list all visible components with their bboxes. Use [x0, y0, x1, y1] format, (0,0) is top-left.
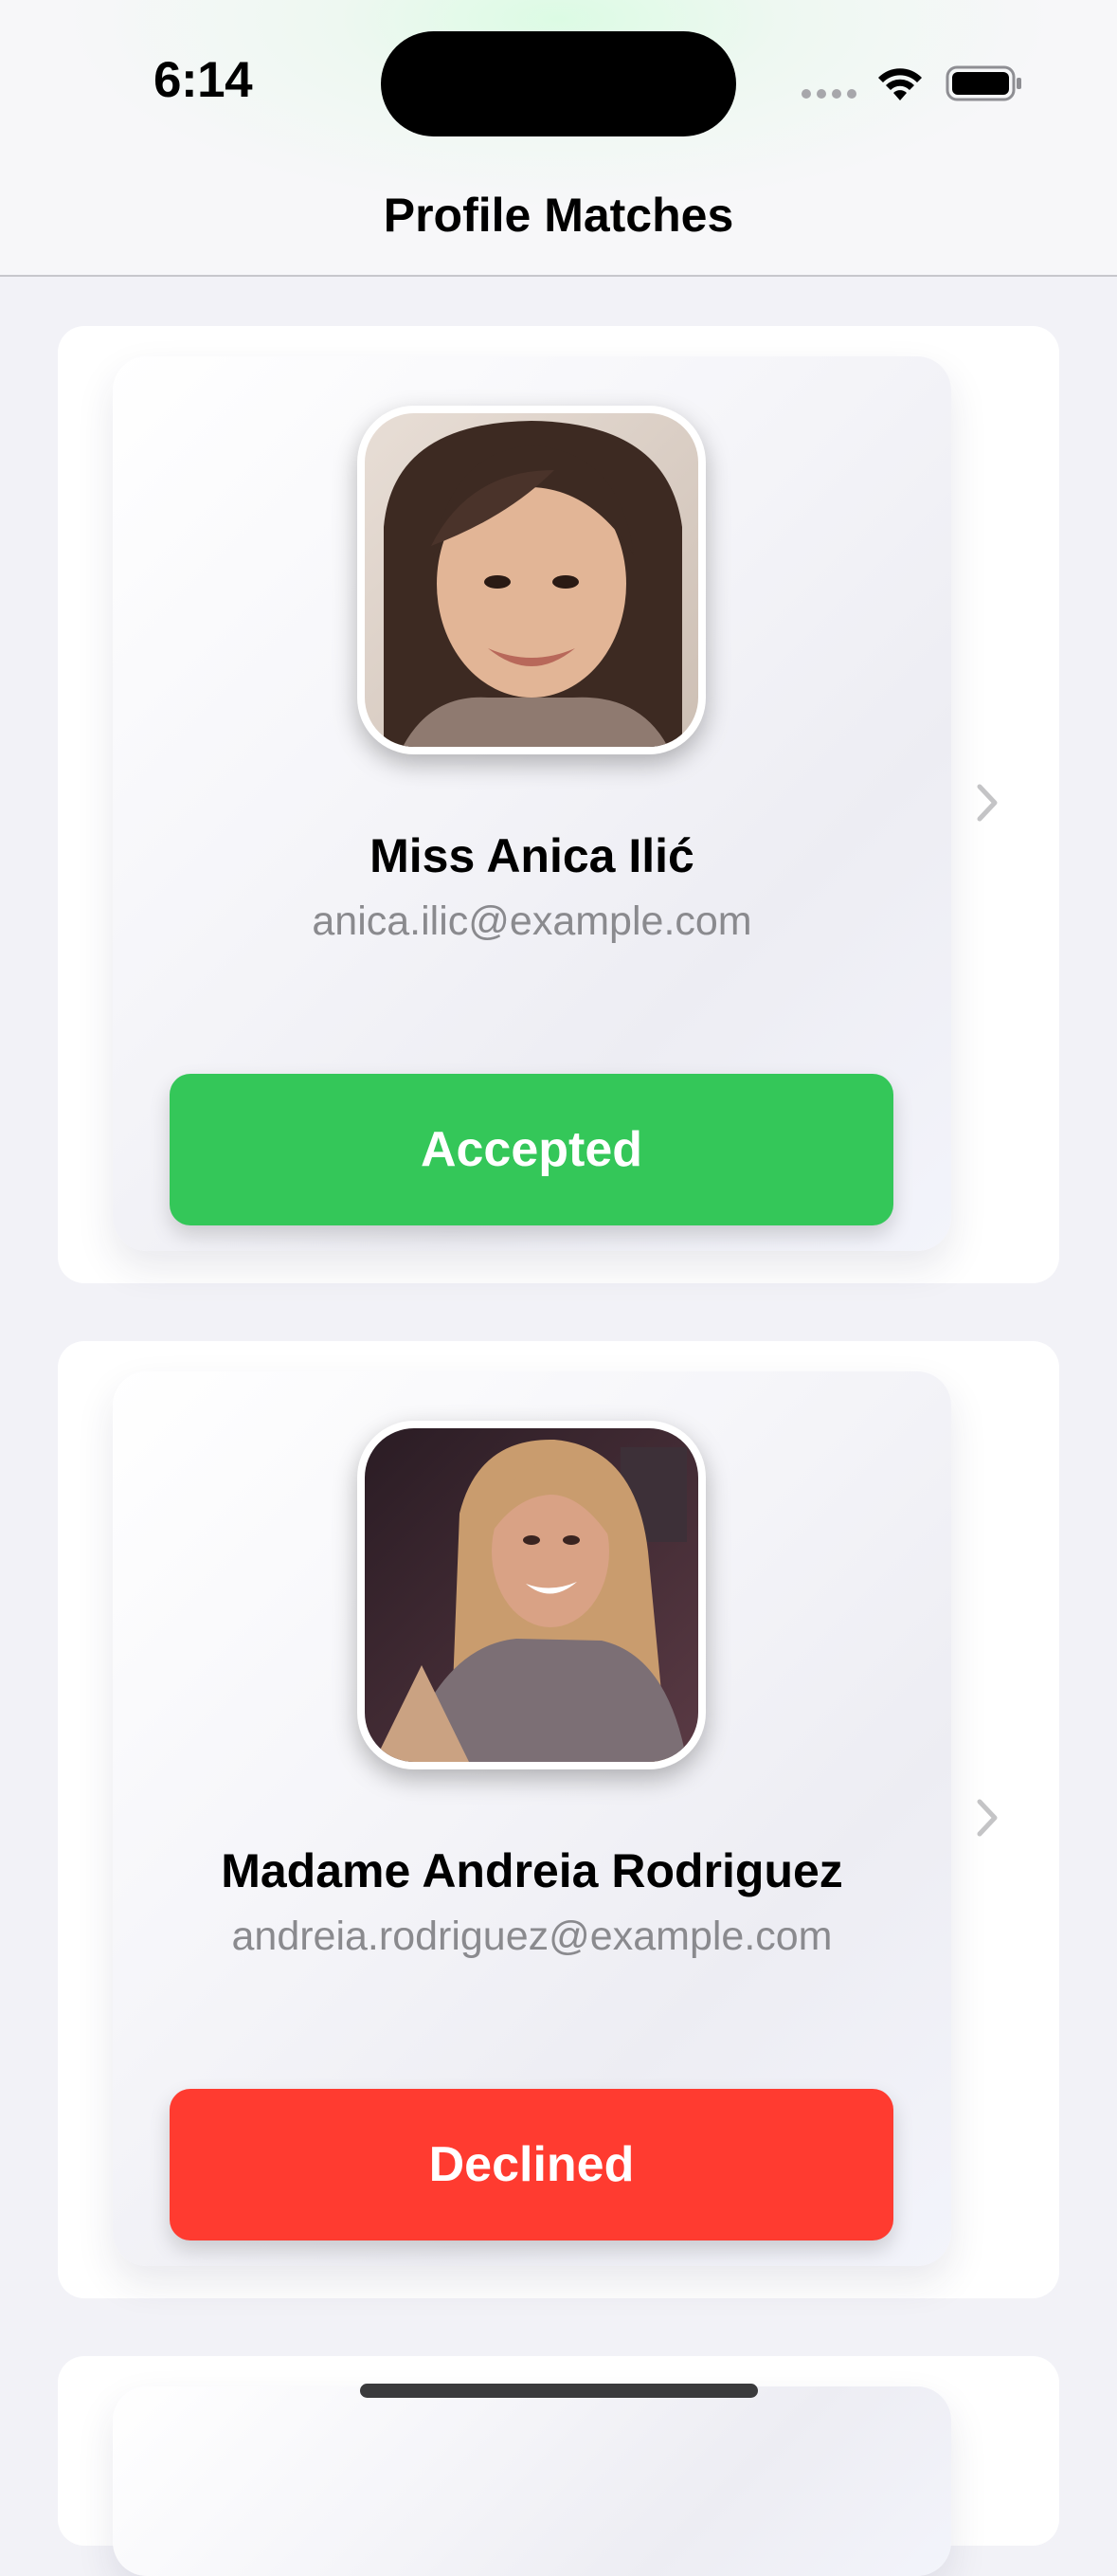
match-name: Madame Andreia Rodriguez	[221, 1844, 843, 1897]
home-indicator[interactable]	[360, 2384, 758, 2398]
profile-photo	[365, 413, 698, 747]
match-row[interactable]: Madame Andreia Rodriguez andreia.rodrigu…	[58, 1341, 1059, 2298]
battery-icon	[946, 65, 1021, 101]
avatar	[357, 1421, 706, 1769]
page-title: Profile Matches	[383, 189, 734, 242]
status-time: 6:14	[153, 52, 253, 108]
profile-card[interactable]: Madame Andreia Rodriguez andreia.rodrigu…	[113, 1371, 951, 2266]
profile-card[interactable]	[113, 2386, 951, 2576]
match-email: anica.ilic@example.com	[312, 898, 752, 944]
match-row[interactable]: Miss Anica Ilić anica.ilic@example.com A…	[58, 326, 1059, 1283]
declined-status-button[interactable]: Declined	[170, 2089, 893, 2240]
avatar	[357, 406, 706, 754]
chevron-right-icon[interactable]	[974, 781, 1002, 825]
accepted-status-button[interactable]: Accepted	[170, 1074, 893, 1225]
dynamic-island	[381, 31, 736, 136]
wifi-icon	[878, 68, 922, 100]
profile-card[interactable]: Miss Anica Ilić anica.ilic@example.com A…	[113, 356, 951, 1251]
match-email: andreia.rodriguez@example.com	[231, 1914, 833, 1959]
profile-photo	[365, 1428, 698, 1762]
match-name: Miss Anica Ilić	[369, 829, 694, 882]
cellular-signal-icon	[802, 89, 856, 99]
navigation-header: 6:14 Profile Matches	[0, 0, 1117, 277]
chevron-right-icon[interactable]	[974, 1796, 1002, 1840]
